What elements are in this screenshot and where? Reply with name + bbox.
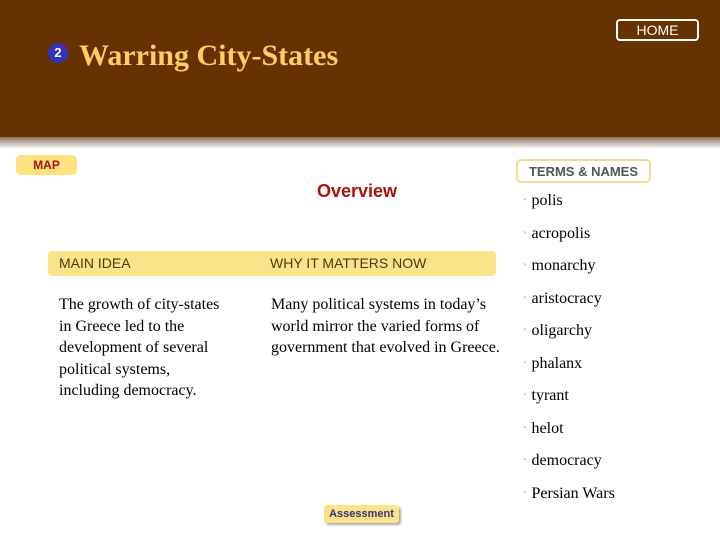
column-header-bar: MAIN IDEA WHY IT MATTERS NOW [48,251,496,276]
bullet-icon: • [523,292,527,304]
term-item[interactable]: • oligarchy [523,320,615,353]
overview-heading: Overview [317,181,398,201]
why-it-matters-label: WHY IT MATTERS NOW [270,255,427,271]
bullet-icon: • [523,195,527,207]
term-label: oligarchy [531,322,592,339]
why-it-matters-text: Many political systems in today’s world … [271,296,500,356]
term-label: acropolis [531,224,591,242]
term-item[interactable]: • aristocracy [523,288,615,321]
term-label: phalanx [531,354,583,372]
bullet-icon: • [523,325,527,337]
main-idea-text: The growth of city-states in Greece led … [59,296,220,399]
term-item[interactable]: • monarchy [523,255,615,288]
bullet-icon: • [523,227,527,239]
term-label: polis [531,192,563,209]
main-idea-label: MAIN IDEA [59,255,131,271]
term-label: Persian Wars [531,484,615,502]
bullet-icon: • [523,487,527,499]
term-item[interactable]: • democracy [523,450,615,483]
term-item[interactable]: • acropolis [523,223,615,256]
section-number-badge: 2 [48,43,68,63]
term-item[interactable]: • helot [523,418,615,451]
bullet-icon: • [523,422,527,434]
term-label: aristocracy [531,289,602,307]
page-title: Warring City-States [79,39,339,72]
term-label: tyrant [531,387,569,404]
terms-list: • polis • acropolis • monarchy • aristocracy… [523,190,615,515]
term-label: helot [531,419,564,437]
term-label: monarchy [531,257,596,274]
home-button[interactable]: HOME [616,19,699,41]
bullet-icon: • [523,455,527,467]
bullet-icon: • [523,357,527,369]
term-item[interactable]: • polis [523,190,615,223]
assessment-button[interactable]: Assessment [324,505,399,523]
term-label: democracy [531,452,602,469]
bullet-icon: • [523,260,527,272]
term-item[interactable]: • phalanx [523,353,615,386]
term-item[interactable]: • tyrant [523,385,615,418]
terms-names-heading: TERMS & NAMES [516,159,651,183]
term-item[interactable]: • Persian Wars [523,483,615,516]
bullet-icon: • [523,390,527,402]
map-button[interactable]: MAP [16,155,77,175]
header-shadow [0,137,720,149]
